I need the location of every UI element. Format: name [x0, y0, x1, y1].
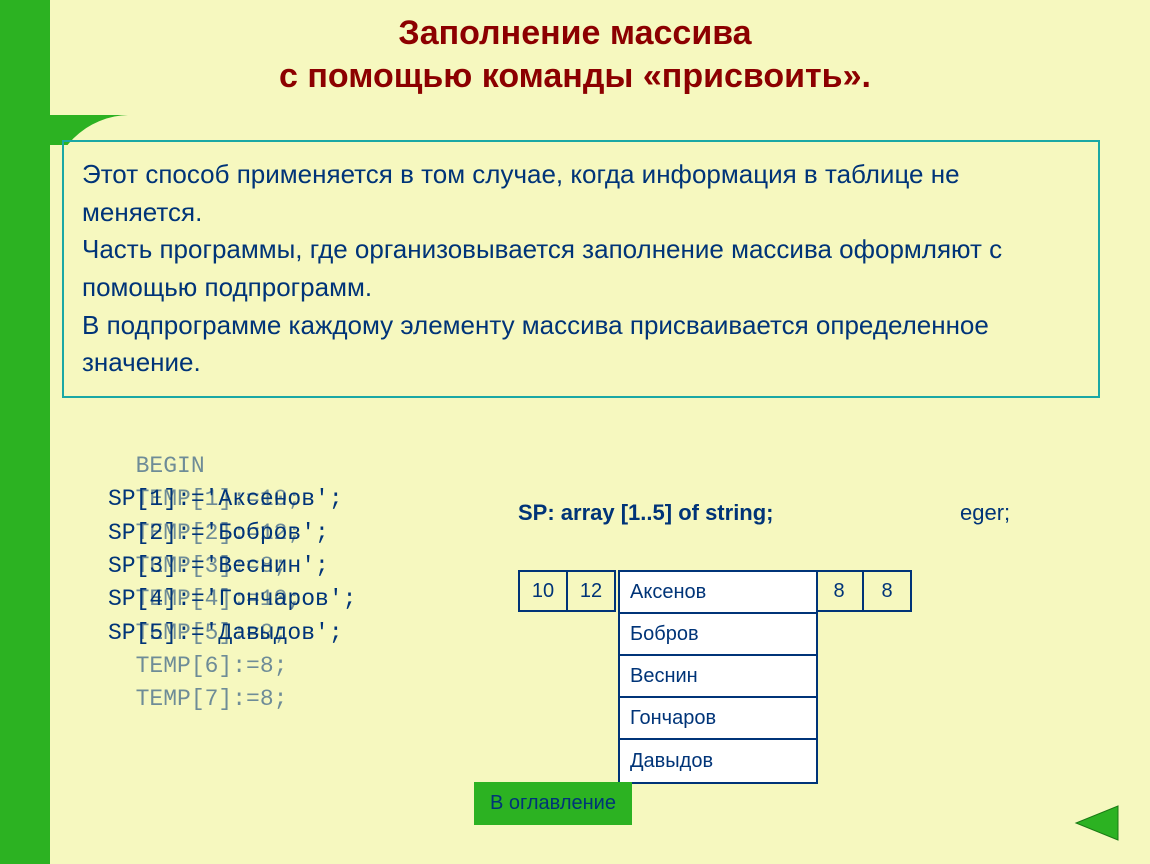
- names-column: Аксенов Бобров Веснин Гончаров Давыдов: [618, 570, 818, 784]
- prev-arrow-button[interactable]: [1068, 802, 1124, 844]
- left-arrow-icon: [1068, 802, 1124, 844]
- toc-button[interactable]: В оглавление: [474, 782, 632, 825]
- num-cell: 12: [566, 570, 616, 612]
- code-block: BEGIN TEMP[1]:=10; TEMP[2]:=12; TEMP[3]:…: [108, 450, 136, 550]
- num-cell: 8: [862, 570, 912, 612]
- num-cell: 10: [518, 570, 568, 612]
- name-row: Бобров: [620, 614, 816, 656]
- info-text: Этот способ применяется в том случае, ко…: [82, 156, 1080, 382]
- name-row: Веснин: [620, 656, 816, 698]
- title-line-1: Заполнение массива: [0, 12, 1150, 55]
- array-declaration: SP: array [1..5] of string;: [518, 500, 774, 526]
- title-line-2: с помощью команды «присвоить».: [0, 55, 1150, 98]
- name-row: Аксенов: [620, 572, 816, 614]
- page-title: Заполнение массива с помощью команды «пр…: [0, 12, 1150, 97]
- num-cell: 8: [814, 570, 864, 612]
- declaration-tail: eger;: [960, 500, 1010, 526]
- name-row: Давыдов: [620, 740, 816, 782]
- name-row: Гончаров: [620, 698, 816, 740]
- code-front-layer: SP[1]:='Аксенов'; SP[2]:='Бобров'; SP[3]…: [108, 450, 356, 650]
- info-box: Этот способ применяется в том случае, ко…: [62, 140, 1100, 398]
